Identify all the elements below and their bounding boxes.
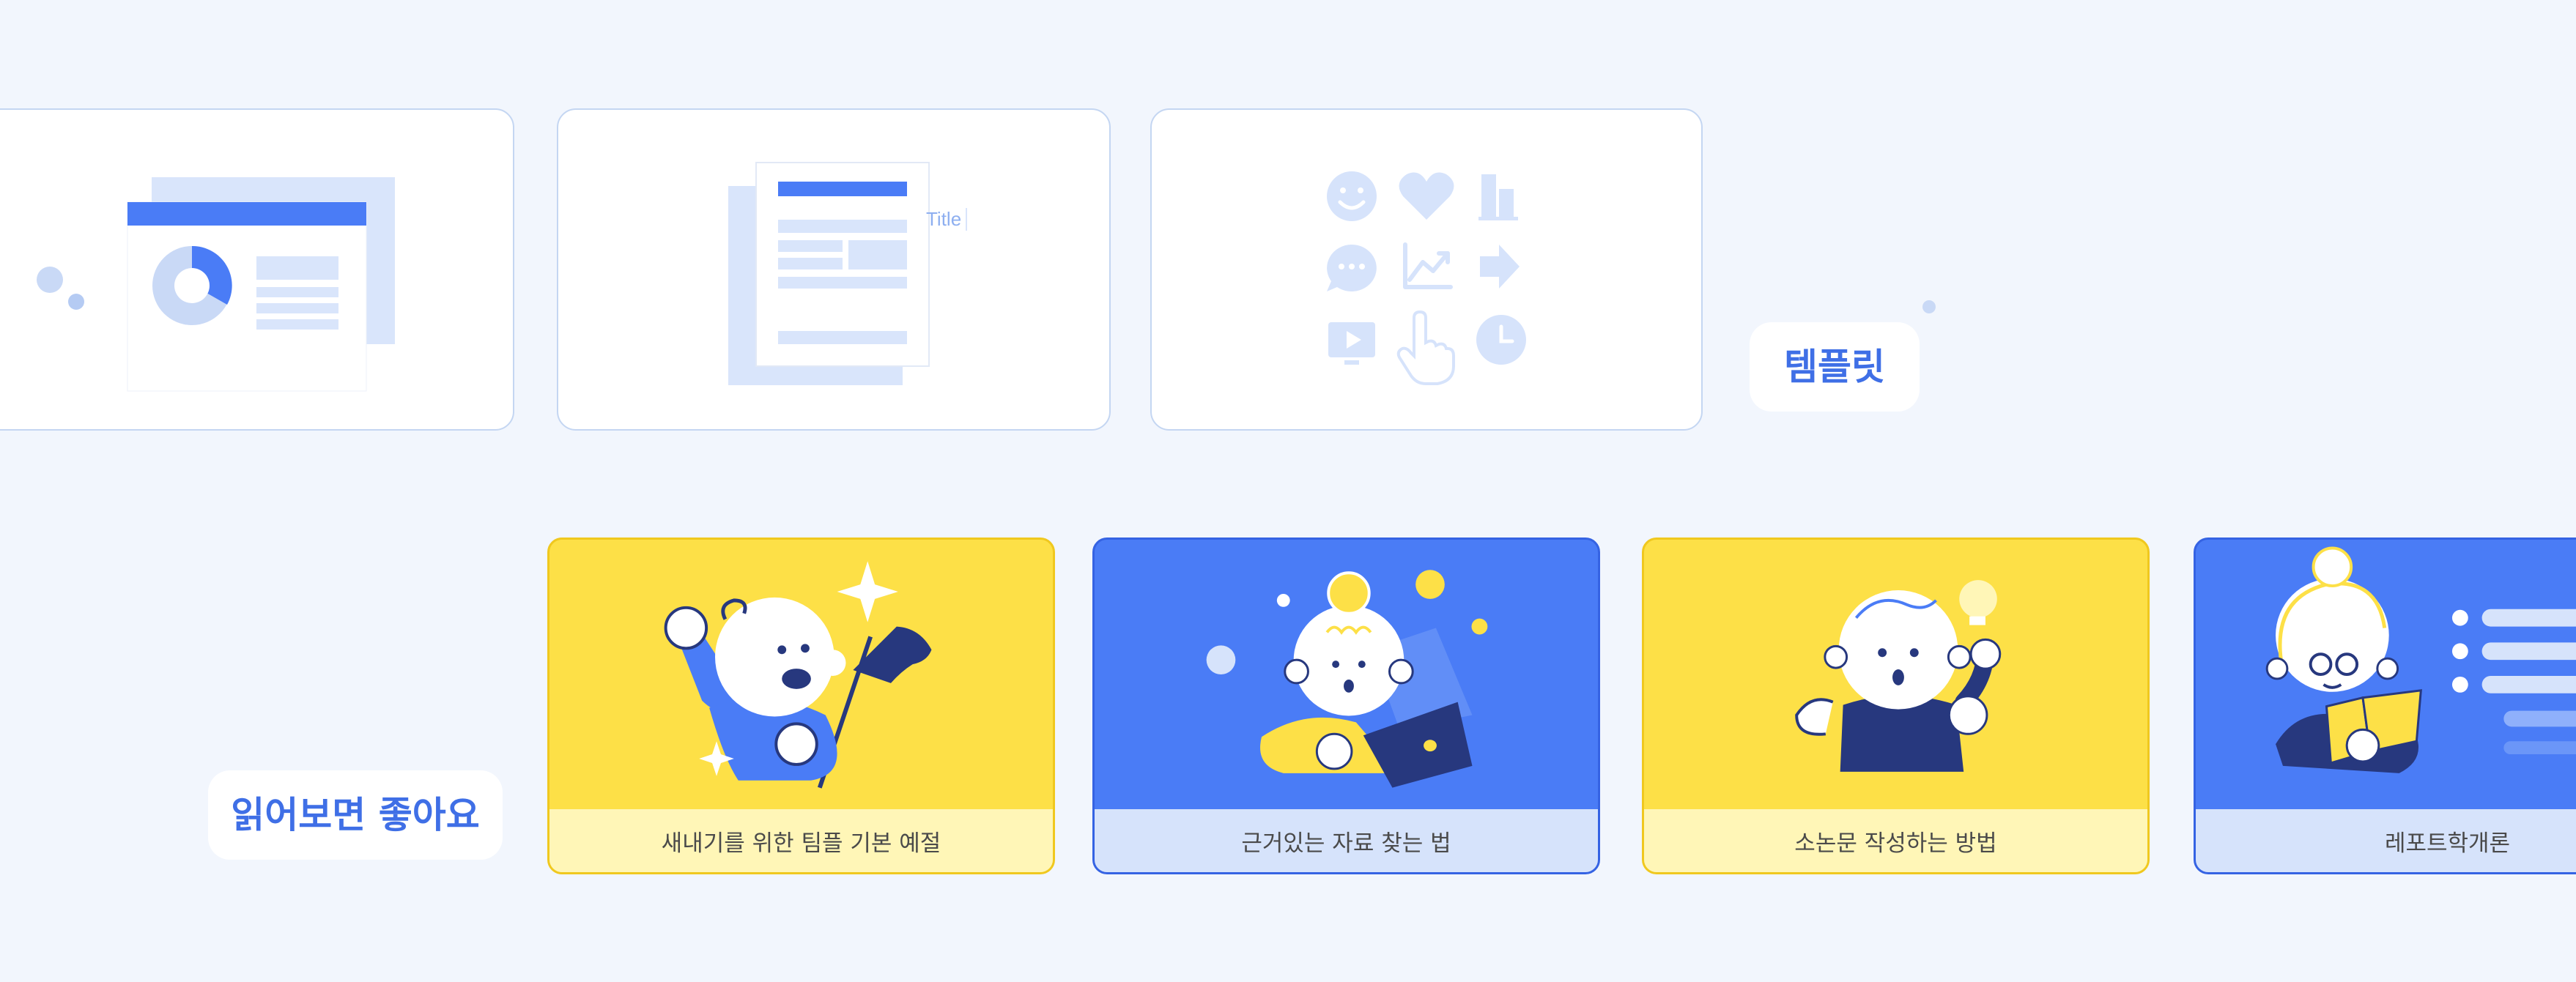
- template-card-presentation[interactable]: [0, 108, 514, 431]
- clock-icon: [1476, 315, 1526, 365]
- reading-card-caption: 레포트학개론: [2196, 809, 2576, 872]
- bar-chart-icon: [1478, 174, 1518, 220]
- reading-card-thesis-writing[interactable]: 소논문 작성하는 방법: [1642, 538, 2150, 874]
- content-panel: Title 템플릿 읽어보면 좋아요 새내기를 위한 팀플 기본 예절 근거있는…: [0, 0, 2576, 982]
- smile-icon: [1327, 171, 1377, 221]
- icon-set-illustration: [1327, 171, 1526, 385]
- template-card-document[interactable]: Title: [557, 108, 1111, 431]
- heart-icon: [1399, 172, 1454, 220]
- title-hint-label: Title: [926, 208, 968, 231]
- reading-card-find-sources[interactable]: 근거있는 자료 찾는 법: [1092, 538, 1600, 874]
- trend-icon: [1403, 242, 1453, 289]
- reading-girl-illustration: [2265, 546, 2576, 773]
- reading-card-teamwork-etiquette[interactable]: 새내기를 위한 팀플 기본 예절: [547, 538, 1055, 874]
- thinking-kid-illustration: [1795, 580, 2002, 772]
- reading-card-caption: 근거있는 자료 찾는 법: [1095, 809, 1598, 872]
- templates-section-tag[interactable]: 템플릿: [1750, 322, 1920, 412]
- play-icon: [1328, 322, 1375, 365]
- decor-dot: [1922, 300, 1936, 313]
- templates-section-label: 템플릿: [1784, 346, 1885, 388]
- chat-icon: [1327, 245, 1377, 291]
- pointer-hand-icon: [1396, 310, 1455, 385]
- reading-card-caption: 소논문 작성하는 방법: [1644, 809, 2147, 872]
- reading-section-label: 읽어보면 좋아요: [231, 794, 480, 836]
- cheering-kid-illustration: [664, 561, 932, 789]
- document-illustration: [728, 162, 930, 385]
- laptop-kid-illustration: [1206, 570, 1488, 788]
- reading-section-tag[interactable]: 읽어보면 좋아요: [208, 770, 503, 860]
- template-card-icons[interactable]: [1150, 108, 1703, 431]
- arrow-right-icon: [1480, 245, 1520, 289]
- reading-card-report-intro[interactable]: 레포트학개론: [2194, 538, 2576, 874]
- presentation-illustration: [37, 177, 395, 392]
- reading-card-caption: 새내기를 위한 팀플 기본 예절: [549, 809, 1053, 872]
